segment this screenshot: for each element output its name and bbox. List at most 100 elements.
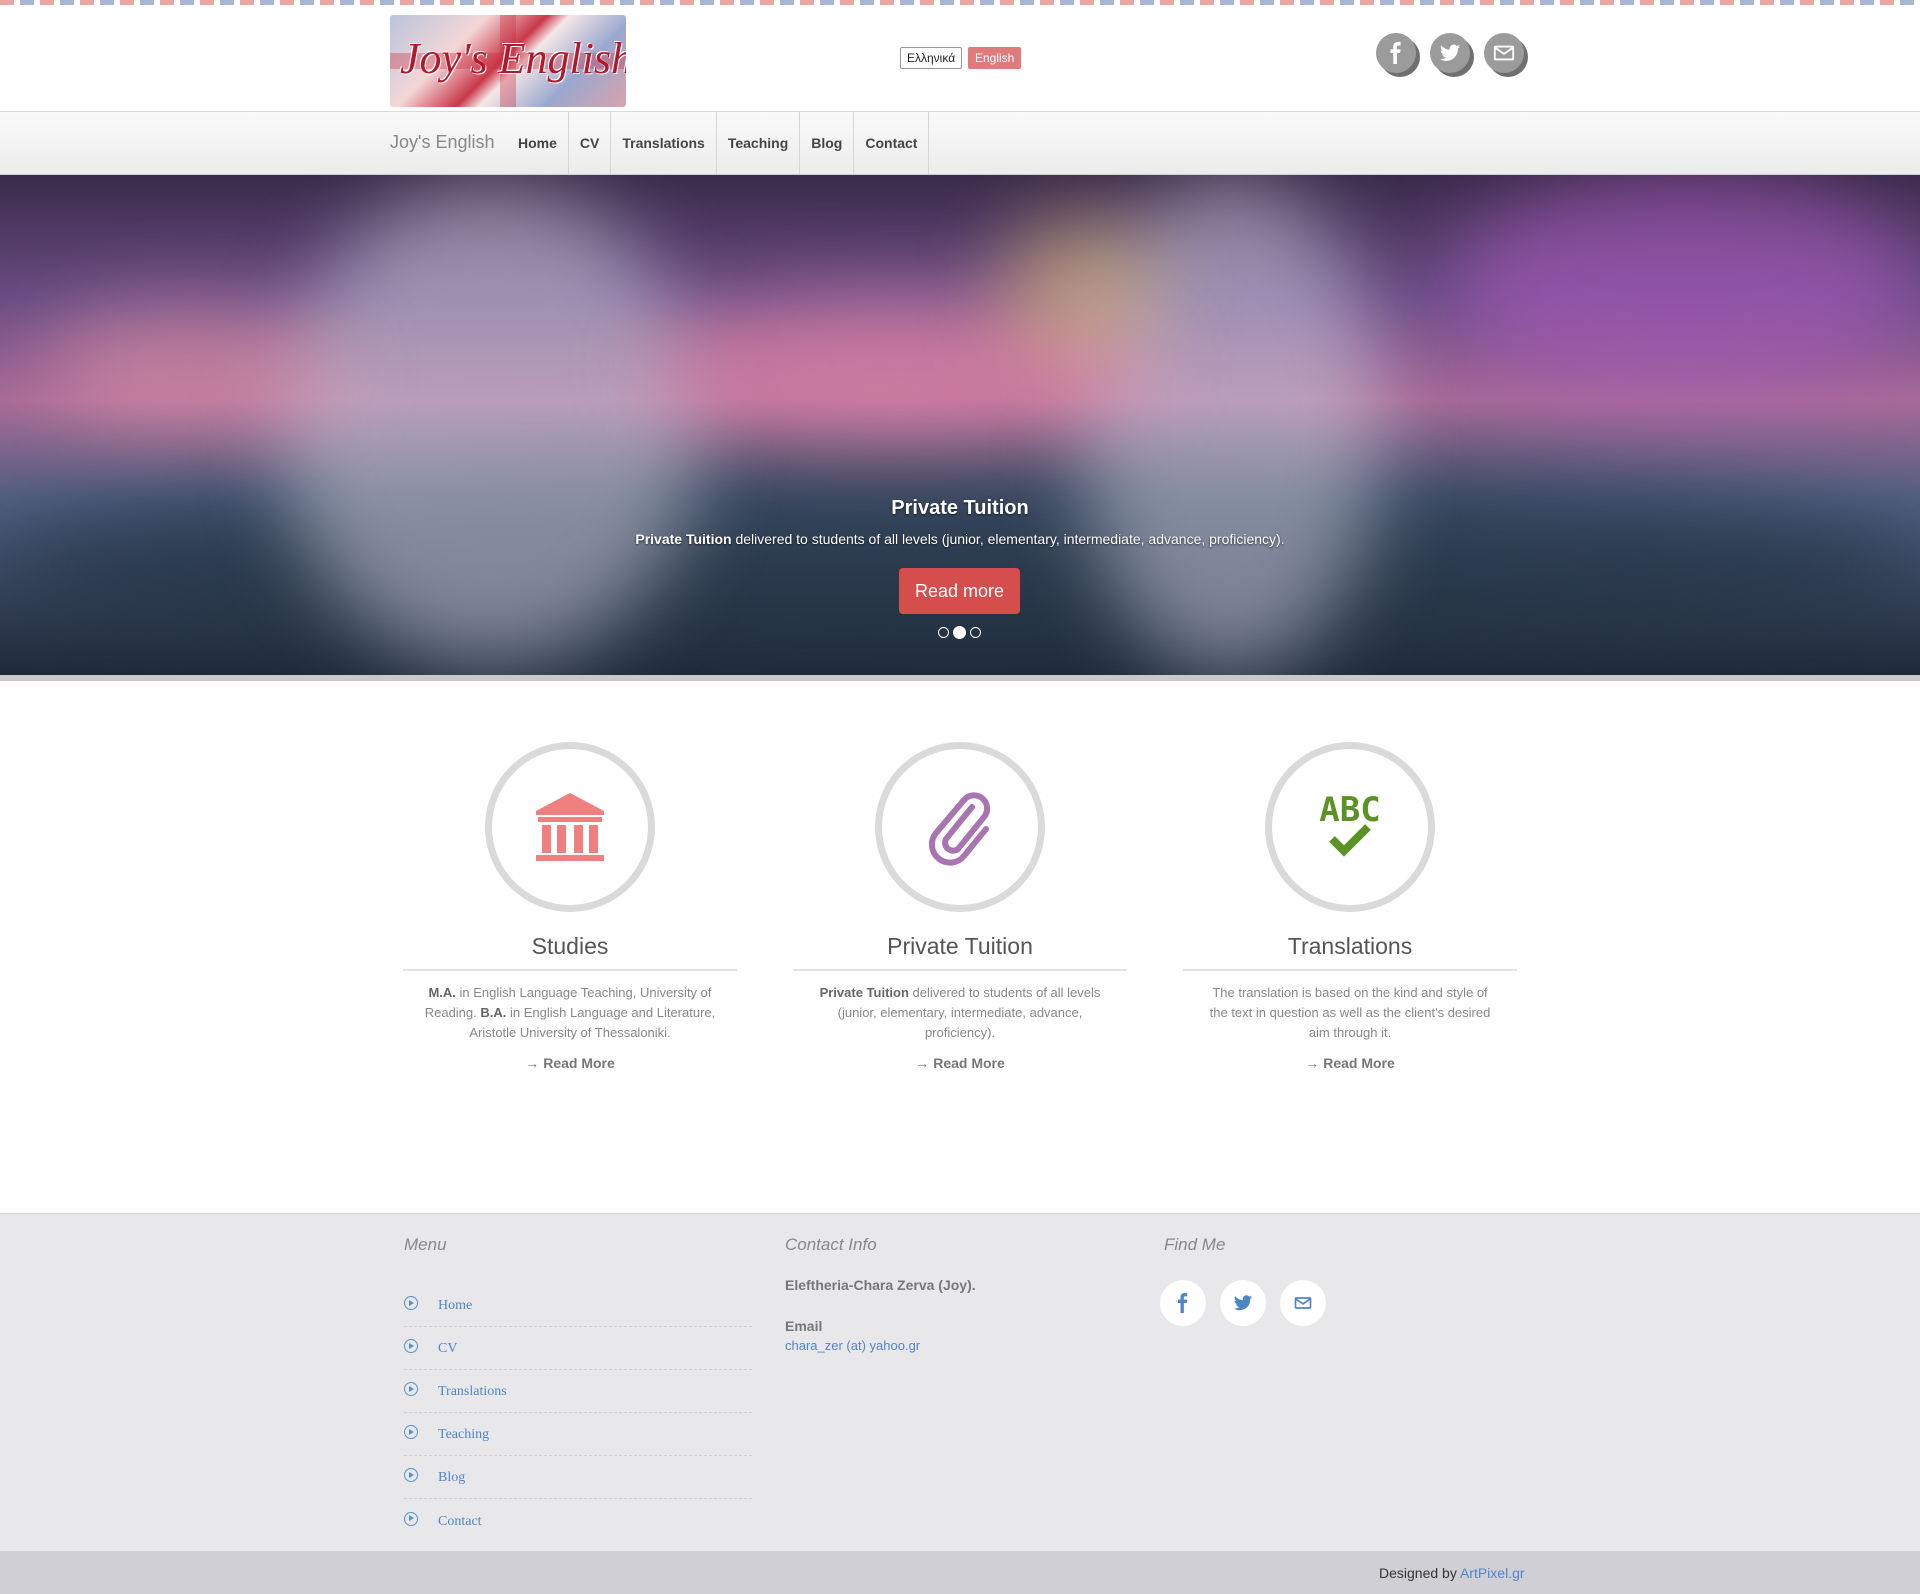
feature-studies: Studies M.A. in English Language Teachin… [403, 742, 737, 1073]
mail-icon [1493, 45, 1515, 61]
designer-credit: Designed by ArtPixel.gr [1379, 1565, 1525, 1581]
feature-desc-text: in English Language and Literature, Aris… [469, 1005, 716, 1040]
feature-private-tuition: Private Tuition Private Tuition delivere… [793, 742, 1127, 1073]
site-logo[interactable]: Joy's English [390, 15, 626, 107]
contact-name: Eleftheria-Chara Zerva (Joy). [785, 1277, 976, 1293]
feature-title: Studies [403, 933, 737, 971]
feature-title: Translations [1183, 933, 1517, 971]
play-circle-icon [404, 1425, 418, 1439]
footer-facebook-link[interactable] [1160, 1280, 1206, 1326]
feature-desc-bold: Private Tuition [819, 985, 909, 1000]
feature-read-more-link[interactable]: → Read More [525, 1055, 615, 1071]
hero-background-light [1000, 215, 1160, 355]
play-circle-icon [404, 1296, 418, 1310]
slide-dot-2[interactable] [953, 626, 966, 639]
feature-icon-circle [485, 742, 655, 912]
footer-menu-item-home: Home [404, 1284, 752, 1327]
feature-icon-circle: ABC [1265, 742, 1435, 912]
footer-twitter-link[interactable] [1220, 1280, 1266, 1326]
feature-description: Private Tuition delivered to students of… [793, 983, 1127, 1043]
feature-desc-bold: B.A. [480, 1005, 507, 1020]
footer-menu-item-translations: Translations [404, 1370, 752, 1413]
footer-link-cv[interactable]: CV [438, 1341, 457, 1357]
footer-menu-item-teaching: Teaching [404, 1413, 752, 1456]
footer-link-contact[interactable]: Contact [438, 1514, 482, 1530]
site-header: Joy's English Ελληνικά English [0, 5, 1920, 111]
facebook-icon [1178, 1293, 1188, 1313]
read-more-label: Read More [1323, 1055, 1395, 1071]
nav-item-home[interactable]: Home [504, 112, 569, 174]
footer-link-blog[interactable]: Blog [438, 1470, 465, 1486]
feature-desc-bold: M.A. [428, 985, 456, 1000]
hero-background-tower-left [280, 185, 700, 665]
feature-read-more-link[interactable]: → Read More [1305, 1055, 1395, 1071]
main-navbar: Joy's English Home CV Translations Teach… [0, 111, 1920, 175]
footer-contact-heading: Contact Info [785, 1235, 877, 1254]
footer-mail-link[interactable] [1280, 1280, 1326, 1326]
feature-read-more-link[interactable]: → Read More [915, 1055, 1005, 1071]
arrow-right-icon: → [915, 1055, 930, 1071]
footer-menu-item-cv: CV [404, 1327, 752, 1370]
footer-menu: Home CV Translations Teaching Blog Conta… [404, 1284, 752, 1542]
hero-title: Private Tuition [891, 497, 1029, 519]
header-mail-link[interactable] [1484, 33, 1524, 73]
arrow-right-icon: → [1305, 1055, 1320, 1071]
nav-item-translations[interactable]: Translations [611, 112, 717, 174]
hero-background-cloud [40, 305, 340, 425]
hero-background-sky-purple [1450, 175, 1920, 395]
nav-item-contact[interactable]: Contact [854, 112, 930, 174]
play-circle-icon [404, 1511, 418, 1526]
feature-translations: ABC Translations The translation is base… [1183, 742, 1517, 1073]
hero-read-more-button[interactable]: Read more [899, 568, 1020, 614]
arrow-right-icon: → [525, 1055, 540, 1071]
facebook-icon [1390, 42, 1401, 64]
hero-divider [0, 675, 1920, 681]
nav-item-cv[interactable]: CV [569, 112, 612, 174]
footer-link-home[interactable]: Home [438, 1298, 472, 1314]
credit-prefix: Designed by [1379, 1565, 1460, 1581]
hero-text-bold: Private Tuition [635, 531, 732, 547]
spellcheck-icon: ABC [1319, 790, 1381, 857]
slider-pagination [938, 626, 981, 639]
nav-item-blog[interactable]: Blog [800, 112, 855, 174]
header-twitter-link[interactable] [1430, 33, 1470, 73]
bank-icon [536, 793, 604, 861]
slide-dot-1[interactable] [938, 627, 949, 638]
slide-dot-3[interactable] [970, 627, 981, 638]
feature-title: Private Tuition [793, 933, 1127, 971]
site-footer: Menu Contact Info Find Me Home CV Transl… [0, 1213, 1920, 1551]
twitter-icon [1233, 1295, 1253, 1311]
play-circle-icon [404, 1339, 418, 1353]
main-nav: Home CV Translations Teaching Blog Conta… [504, 112, 930, 174]
hero-text: Private Tuition delivered to students of… [0, 531, 1920, 547]
hero-text-rest: delivered to students of all levels (jun… [731, 531, 1285, 547]
footer-menu-heading: Menu [404, 1235, 447, 1254]
footer-link-teaching[interactable]: Teaching [438, 1427, 489, 1443]
feature-desc-text: The translation is based on the kind and… [1209, 985, 1491, 1040]
nav-item-teaching[interactable]: Teaching [717, 112, 801, 174]
language-english-button[interactable]: English [968, 47, 1022, 69]
email-link[interactable]: chara_zer (at) yahoo.gr [785, 1338, 920, 1353]
mail-icon [1294, 1297, 1312, 1309]
footer-menu-item-contact: Contact [404, 1499, 752, 1542]
header-facebook-link[interactable] [1376, 33, 1416, 73]
bottom-bar: Designed by ArtPixel.gr [0, 1551, 1920, 1594]
hero-slider: Private Tuition Private Tuition delivere… [0, 175, 1920, 675]
play-circle-icon [404, 1382, 418, 1396]
footer-link-translations[interactable]: Translations [438, 1384, 507, 1400]
read-more-label: Read More [543, 1055, 615, 1071]
feature-icon-circle [875, 742, 1045, 912]
paperclip-icon [928, 792, 991, 866]
play-circle-icon [404, 1468, 418, 1482]
navbar-brand[interactable]: Joy's English [390, 132, 494, 153]
feature-description: The translation is based on the kind and… [1183, 983, 1517, 1043]
language-greek-button[interactable]: Ελληνικά [900, 47, 963, 69]
abc-text: ABC [1319, 790, 1380, 830]
footer-menu-item-blog: Blog [404, 1456, 752, 1499]
feature-description: M.A. in English Language Teaching, Unive… [403, 983, 737, 1043]
read-more-label: Read More [933, 1055, 1005, 1071]
designer-link[interactable]: ArtPixel.gr [1460, 1565, 1525, 1581]
footer-find-heading: Find Me [1164, 1235, 1226, 1254]
email-label: Email [785, 1318, 823, 1334]
logo-text: Joy's English [400, 34, 626, 83]
